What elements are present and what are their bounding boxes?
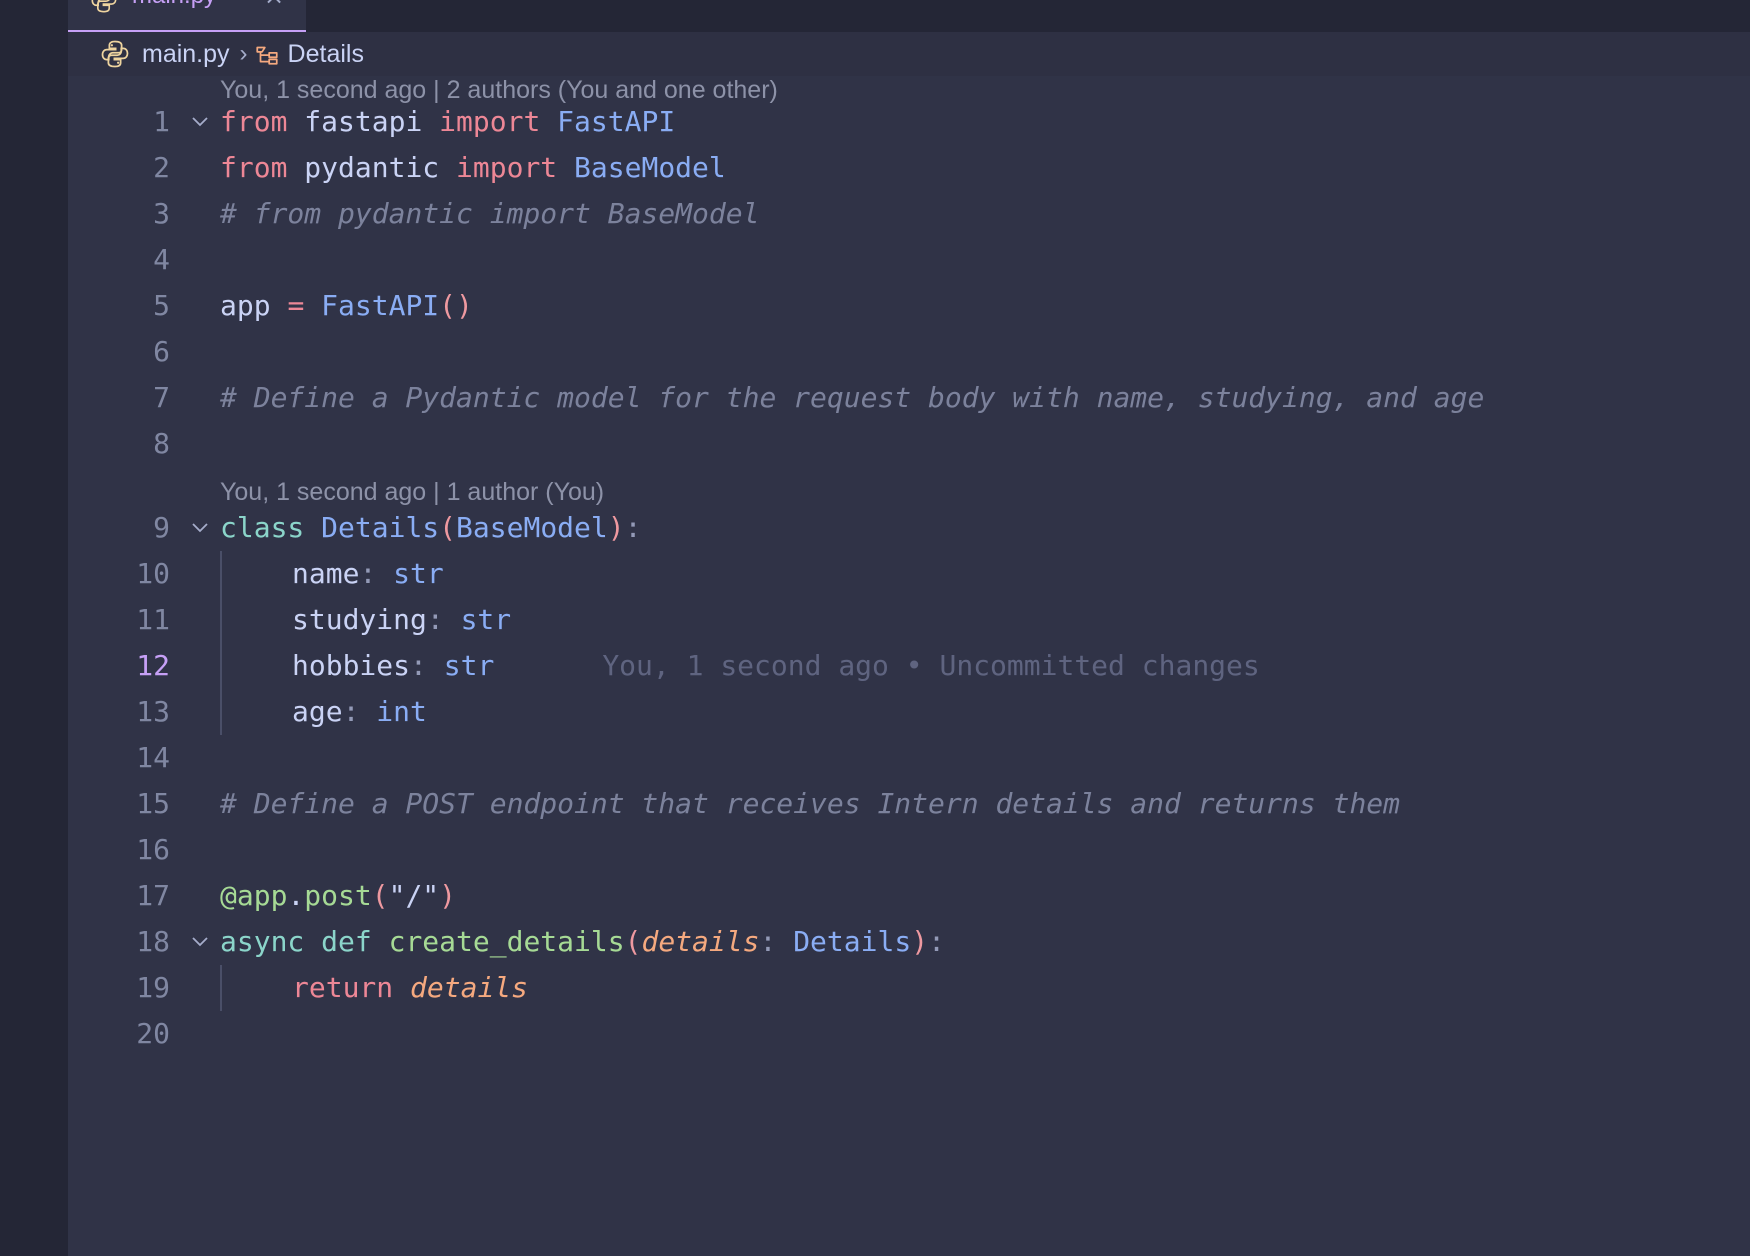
code-line-4[interactable]: 4	[68, 237, 1750, 283]
tab-main-py[interactable]: main.py ×	[68, 0, 306, 32]
line-number: 12	[136, 649, 170, 682]
chevron-down-icon[interactable]	[188, 505, 212, 551]
chevron-down-icon[interactable]	[188, 919, 212, 965]
line-number: 8	[153, 427, 170, 460]
code-text: return details	[292, 971, 529, 1004]
line-number: 13	[136, 695, 170, 728]
code-line-7[interactable]: 7 # Define a Pydantic model for the requ…	[68, 375, 1750, 421]
line-number: 2	[153, 151, 170, 184]
code-text: @app.post("/")	[220, 879, 457, 912]
code-text: # Define a POST endpoint that receives I…	[220, 787, 1401, 820]
code-text: studying: str	[292, 603, 512, 636]
code-line-11[interactable]: 11 studying: str	[68, 597, 1750, 643]
code-line-5[interactable]: 5 app = FastAPI()	[68, 283, 1750, 329]
line-number: 1	[153, 105, 170, 138]
breadcrumb-symbol-label: Details	[287, 39, 364, 68]
code-line-17[interactable]: 17 @app.post("/")	[68, 873, 1750, 919]
code-line-18[interactable]: 18 async def create_details(details: Det…	[68, 919, 1750, 965]
line-number: 15	[136, 787, 170, 820]
code-line-3[interactable]: 3 # from pydantic import BaseModel	[68, 191, 1750, 237]
line-number: 9	[153, 511, 170, 544]
code-line-16[interactable]: 16	[68, 827, 1750, 873]
code-text: from fastapi import FastAPI	[220, 105, 676, 138]
line-number: 20	[136, 1017, 170, 1050]
line-number: 6	[153, 335, 170, 368]
code-line-8[interactable]: 8	[68, 421, 1750, 467]
line-number: 11	[136, 603, 170, 636]
activity-bar	[0, 0, 68, 1256]
line-number: 5	[153, 289, 170, 322]
line-number: 10	[136, 557, 170, 590]
line-number: 4	[153, 243, 170, 276]
line-number: 17	[136, 879, 170, 912]
code-line-2[interactable]: 2 from pydantic import BaseModel	[68, 145, 1750, 191]
code-editor[interactable]: You, 1 second ago | 2 authors (You and o…	[68, 76, 1750, 1256]
code-line-19[interactable]: 19 return details	[68, 965, 1750, 1011]
code-line-9[interactable]: 9 class Details(BaseModel):	[68, 505, 1750, 551]
python-icon	[91, 0, 117, 13]
line-number: 3	[153, 197, 170, 230]
code-line-6[interactable]: 6	[68, 329, 1750, 375]
code-text: # from pydantic import BaseModel	[220, 197, 760, 230]
chevron-down-icon[interactable]	[188, 99, 212, 145]
code-text: # Define a Pydantic model for the reques…	[220, 381, 1485, 414]
code-line-14[interactable]: 14	[68, 735, 1750, 781]
code-text: age: int	[292, 695, 427, 728]
breadcrumb-item-file[interactable]: main.py	[68, 39, 230, 69]
code-line-13[interactable]: 13 age: int	[68, 689, 1750, 735]
code-text: from pydantic import BaseModel	[220, 151, 726, 184]
breadcrumb-file-label: main.py	[142, 39, 230, 68]
line-number: 16	[136, 833, 170, 866]
code-line-20[interactable]: 20	[68, 1011, 1750, 1057]
line-number: 7	[153, 381, 170, 414]
code-text: hobbies: str You, 1 second ago • Uncommit…	[292, 649, 1260, 682]
code-line-10[interactable]: 10 name: str	[68, 551, 1750, 597]
inline-blame: You, 1 second ago • Uncommitted changes	[602, 649, 1260, 682]
breadcrumb-item-symbol[interactable]: Details	[254, 40, 364, 69]
line-number: 19	[136, 971, 170, 1004]
close-icon[interactable]: ×	[264, 0, 284, 10]
breadcrumb: main.py › Details	[68, 32, 1750, 76]
class-symbol-icon	[255, 46, 278, 65]
code-text: name: str	[292, 557, 444, 590]
python-icon	[101, 40, 129, 68]
tab-strip: main.py ×	[68, 0, 1750, 32]
line-number: 18	[136, 925, 170, 958]
line-number: 14	[136, 741, 170, 774]
tab-label: main.py	[132, 0, 216, 10]
code-text: app = FastAPI()	[220, 289, 473, 322]
code-line-1[interactable]: 1 from fastapi import FastAPI	[68, 99, 1750, 145]
code-line-15[interactable]: 15 # Define a POST endpoint that receive…	[68, 781, 1750, 827]
code-line-12[interactable]: 12 hobbies: str You, 1 second ago • Uncom…	[68, 643, 1750, 689]
chevron-right-icon: ›	[239, 40, 248, 67]
code-text: class Details(BaseModel):	[220, 511, 642, 544]
code-text: async def create_details(details: Detail…	[220, 925, 945, 958]
